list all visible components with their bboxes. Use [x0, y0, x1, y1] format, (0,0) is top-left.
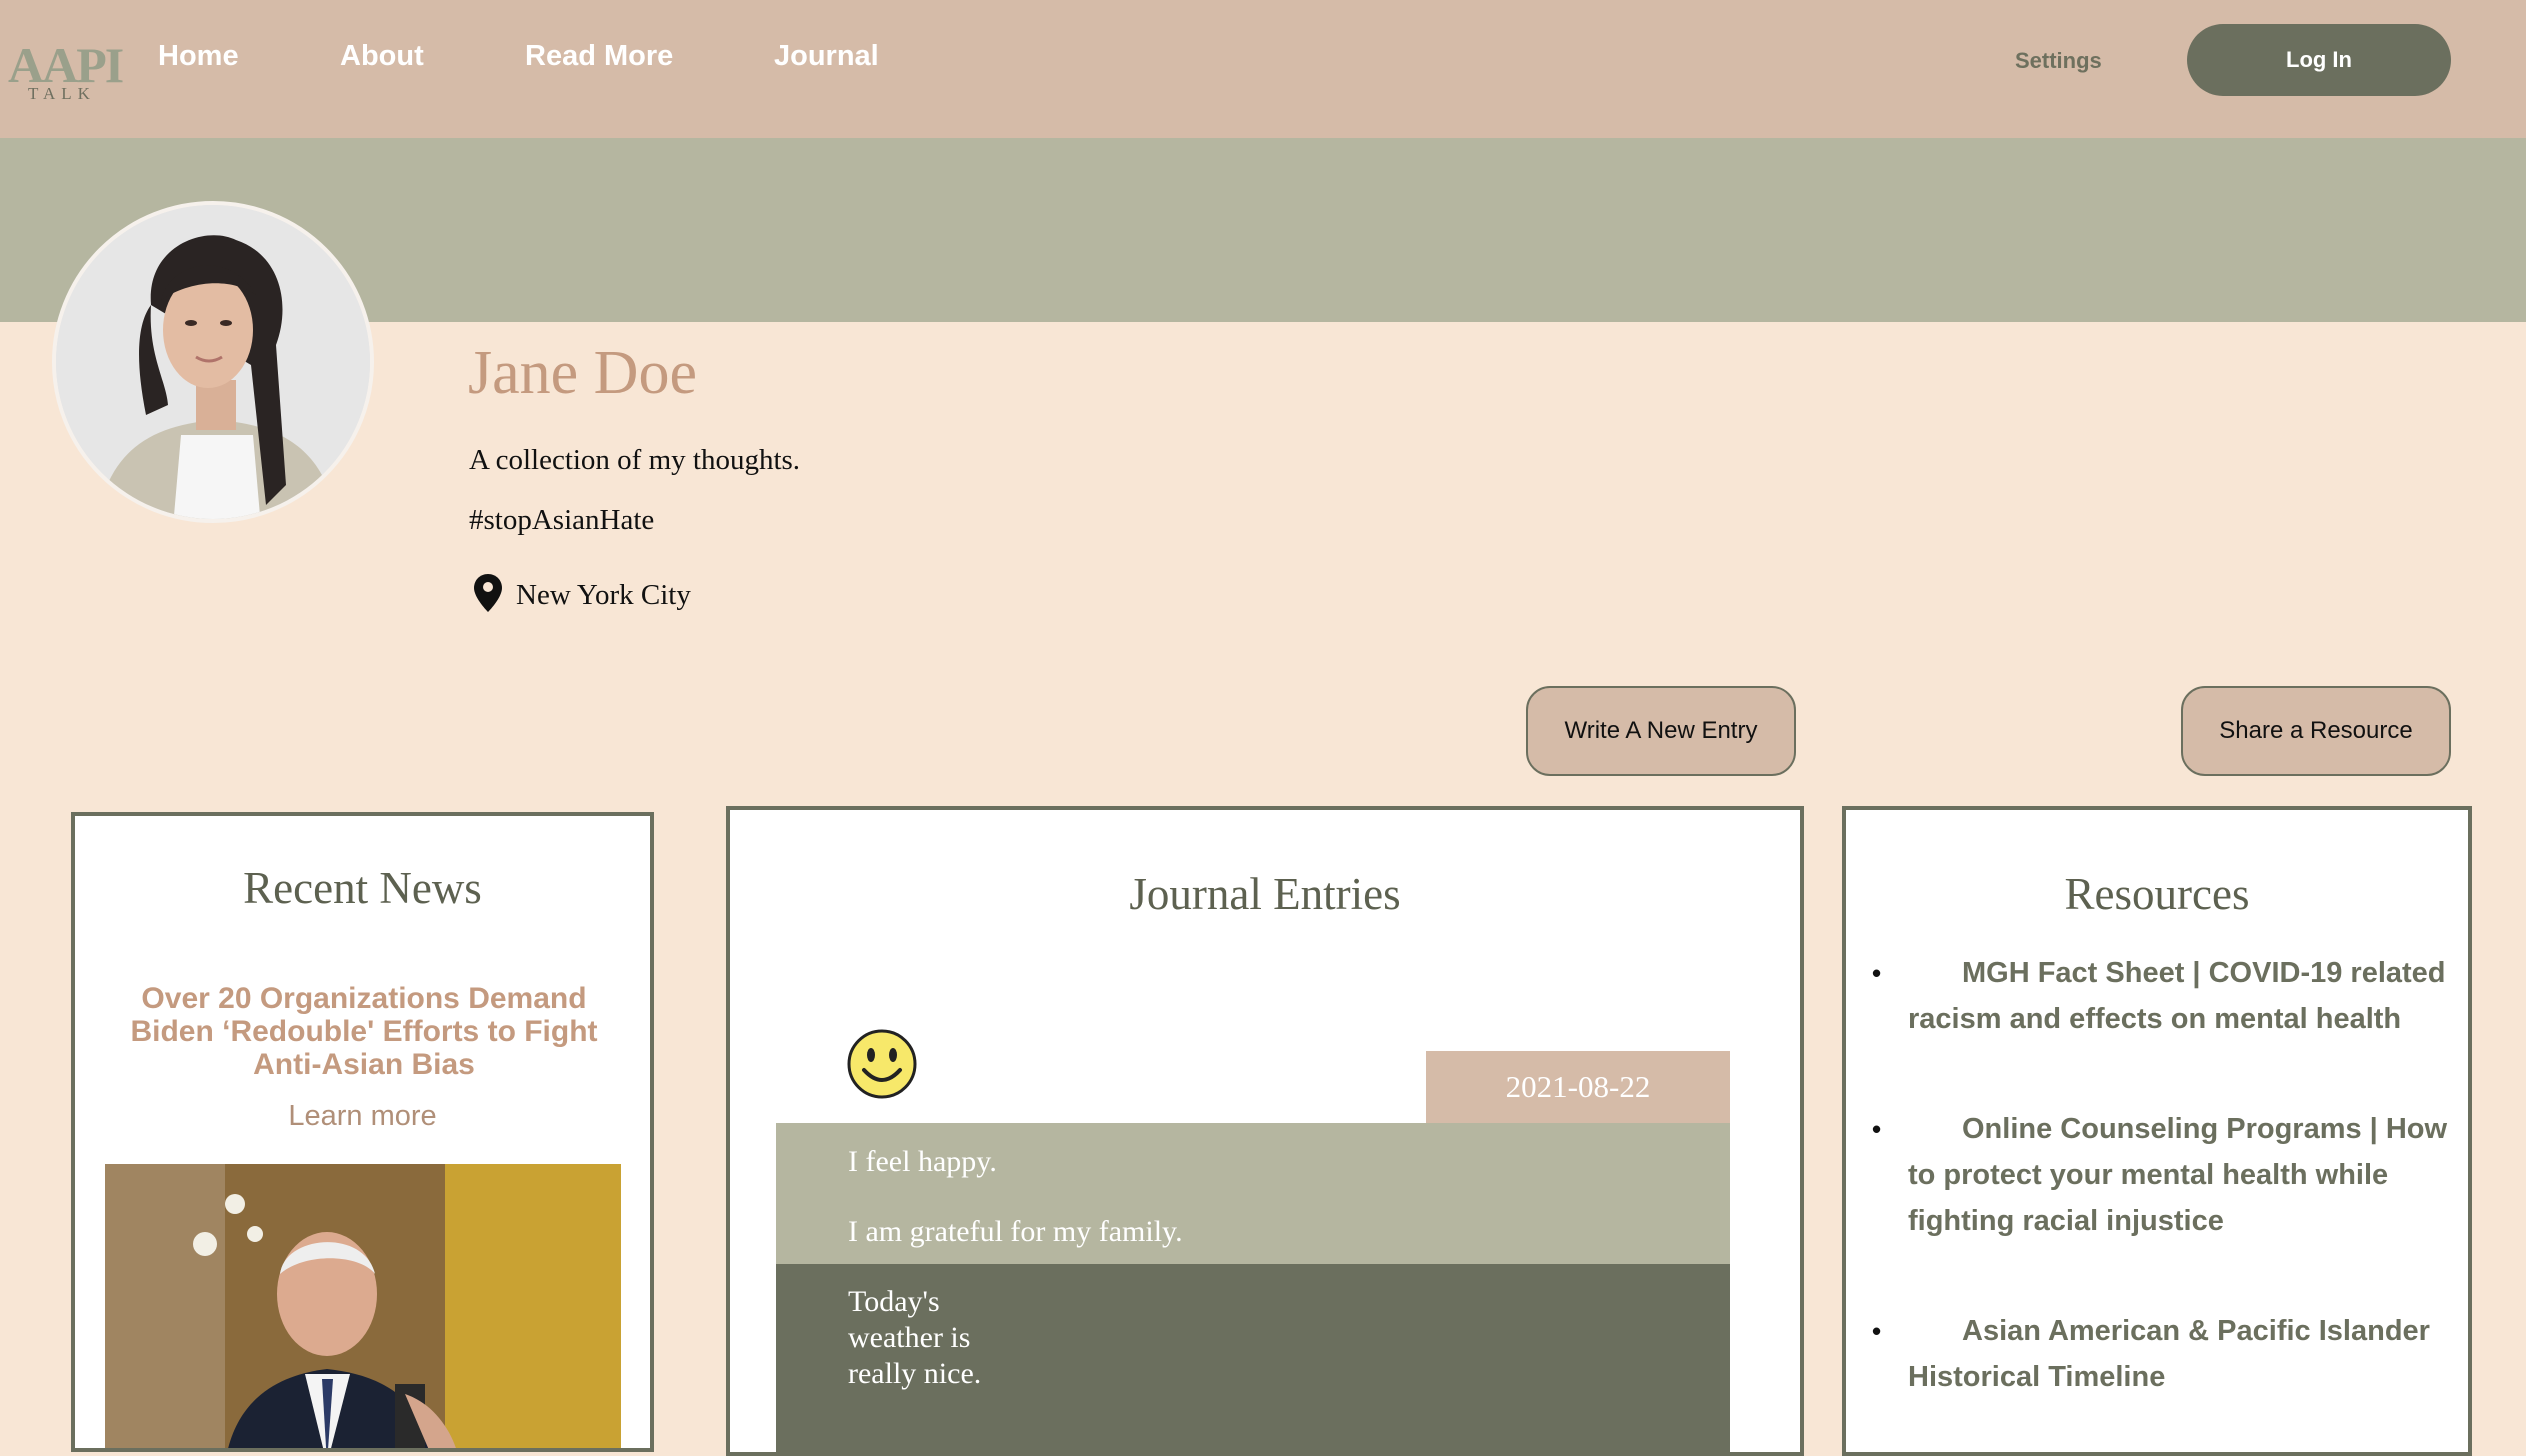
resources-list: • MGH Fact Sheet | COVID-19 related racis…	[1872, 950, 2468, 1452]
entry-gratitude: I am grateful for my family.	[848, 1215, 1183, 1248]
entry-summary[interactable]: I feel happy. I am grateful for my famil…	[776, 1123, 1730, 1264]
journal-entries-title: Journal Entries	[1129, 869, 1401, 919]
profile-name: Jane Doe	[468, 339, 697, 407]
resources-panel: Resources • MGH Fact Sheet | COVID-19 rel…	[1842, 806, 2472, 1456]
news-headline[interactable]: Over 20 Organizations Demand Biden ‘Redo…	[99, 982, 629, 1081]
smiley-face-icon[interactable]	[846, 1028, 918, 1100]
resources-title: Resources	[2064, 869, 2250, 919]
bullet-icon: •	[1872, 1316, 1882, 1346]
profile-location: New York City	[516, 579, 691, 611]
entry-feeling: I feel happy.	[848, 1145, 997, 1178]
entry-note-block[interactable]: Today's weather is really nice.	[776, 1264, 1730, 1452]
nav-link-read-more[interactable]: Read More	[525, 40, 673, 73]
settings-link[interactable]: Settings	[2015, 48, 2102, 74]
nav-link-about[interactable]: About	[340, 40, 424, 73]
journal-entries-panel: Journal Entries 2021-08-22 I feel happy.…	[726, 806, 1804, 1456]
location-pin-icon	[474, 574, 502, 612]
log-in-button[interactable]: Log In	[2187, 24, 2451, 96]
site-logo[interactable]: AAPI TALK	[8, 40, 124, 103]
profile-bio: A collection of my thoughts.	[469, 444, 801, 476]
resource-item[interactable]: • Online Counseling Programs | How to pro…	[1872, 1106, 2468, 1244]
share-resource-button[interactable]: Share a Resource	[2181, 686, 2451, 776]
bullet-icon: •	[1872, 1114, 1882, 1144]
write-new-entry-button[interactable]: Write A New Entry	[1526, 686, 1796, 776]
profile-hashtag[interactable]: #stopAsianHate	[469, 504, 654, 537]
logo-main: AAPI	[8, 37, 124, 93]
recent-news-panel: Recent News Over 20 Organizations Demand…	[71, 812, 654, 1452]
logo-sub: TALK	[28, 84, 96, 103]
resource-link[interactable]: Online Counseling Programs | How to prot…	[1908, 1113, 2447, 1237]
profile-banner	[0, 138, 2526, 322]
nav-link-home[interactable]: Home	[158, 40, 239, 73]
resource-item[interactable]: • MGH Fact Sheet | COVID-19 related racis…	[1872, 950, 2468, 1042]
resource-item[interactable]: • Asian American & Pacific Islander Histo…	[1872, 1308, 2468, 1400]
profile-avatar	[52, 201, 374, 523]
resource-link[interactable]: MGH Fact Sheet | COVID-19 related racism…	[1908, 957, 2446, 1035]
news-image	[105, 1164, 621, 1448]
learn-more-link[interactable]: Learn more	[75, 1100, 650, 1133]
resource-link[interactable]: Asian American & Pacific Islander Histor…	[1908, 1315, 2430, 1393]
recent-news-title: Recent News	[243, 863, 482, 913]
entry-note: Today's weather is really nice.	[848, 1285, 982, 1390]
bullet-icon: •	[1872, 958, 1882, 988]
entry-date-tab[interactable]: 2021-08-22	[1426, 1051, 1730, 1123]
top-navbar: AAPI TALK Home About Read More Journal S…	[0, 0, 2526, 138]
avatar-portrait	[56, 205, 370, 519]
nav-link-journal[interactable]: Journal	[774, 40, 879, 73]
